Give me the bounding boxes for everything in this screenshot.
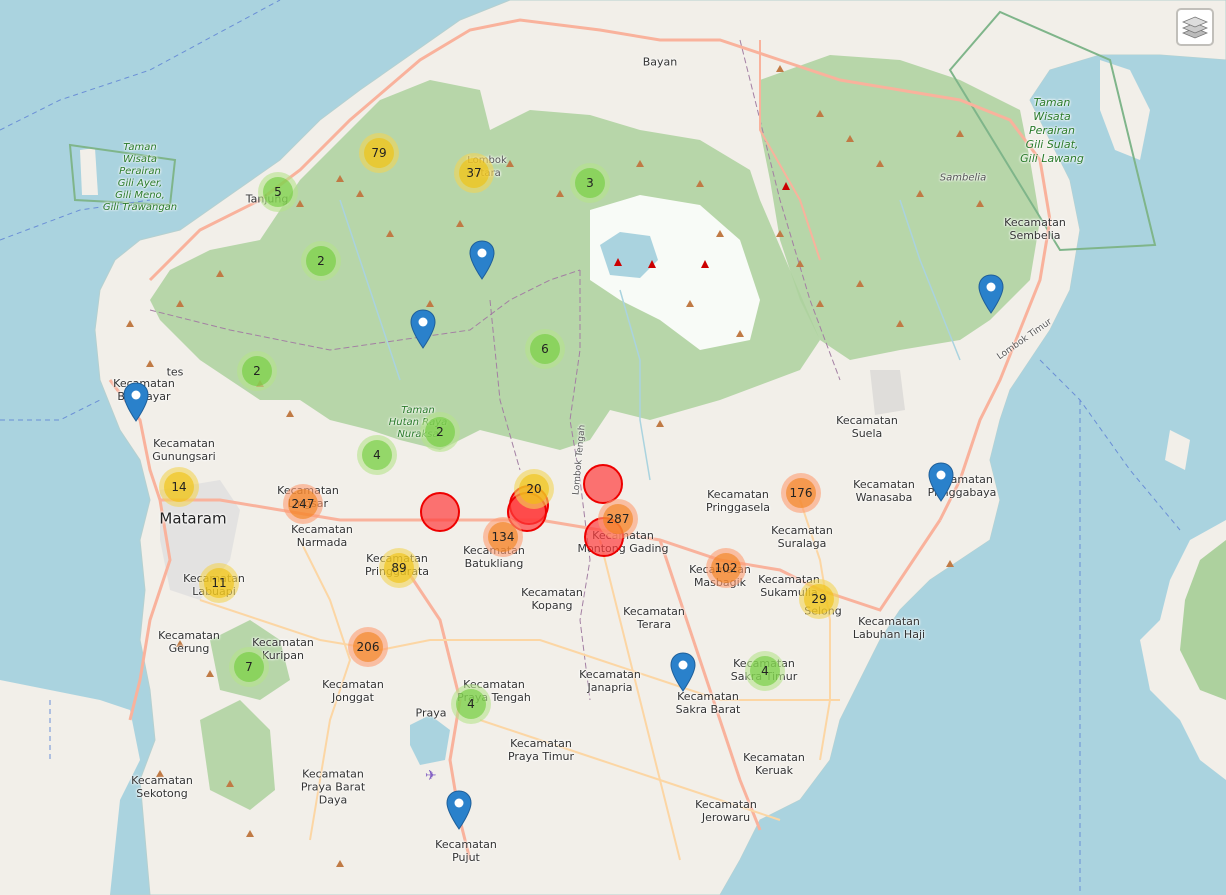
cluster-count: 89	[384, 553, 414, 583]
cluster-marker[interactable]: 2	[420, 412, 460, 452]
map-pin-icon[interactable]	[123, 382, 149, 422]
cluster-count: 2	[425, 417, 455, 447]
cluster-marker[interactable]: 287	[598, 499, 638, 539]
cluster-count: 176	[786, 478, 816, 508]
map-pin-icon[interactable]	[469, 240, 495, 280]
cluster-marker[interactable]: 206	[348, 627, 388, 667]
cluster-count: 2	[242, 356, 272, 386]
cluster-count: 6	[530, 334, 560, 364]
map-container[interactable]: ✈ Mataram Bayan Tanjung Praya Lombok Uta…	[0, 0, 1226, 895]
cluster-marker[interactable]: 7	[229, 647, 269, 687]
label-kec-pujut: Kecamatan Pujut	[435, 838, 497, 864]
cluster-marker[interactable]: 2	[301, 241, 341, 281]
label-kec-gunungsari: Kecamatan Gunungsari	[152, 437, 216, 463]
cluster-marker[interactable]: 5	[258, 172, 298, 212]
label-kec-wanasaba: Kecamatan Wanasaba	[853, 478, 915, 504]
label-kec-sembelia: Kecamatan Sembelia	[1004, 216, 1066, 242]
label-sambelia: Sambelia	[939, 172, 987, 184]
label-kec-praya-timur: Kecamatan Praya Timur	[507, 737, 575, 763]
label-park-sulat: Taman Wisata Perairan Gili Sulat, Gili L…	[1020, 96, 1084, 165]
cluster-marker[interactable]: 4	[451, 684, 491, 724]
cluster-marker[interactable]: 3	[570, 163, 610, 203]
label-kec-praya-barat-daya: Kecamatan Praya Barat Daya	[300, 767, 366, 807]
label-kec-pringgasela: Kecamatan Pringgasela	[706, 488, 770, 514]
cluster-count: 79	[364, 138, 394, 168]
map-pin-icon[interactable]	[670, 652, 696, 692]
map-pin-icon[interactable]	[410, 309, 436, 349]
label-kec-narmada: Kecamatan Narmada	[291, 523, 353, 549]
label-kec-terara: Kecamatan Terara	[623, 605, 685, 631]
cluster-count: 247	[288, 489, 318, 519]
sw-peninsula	[0, 680, 140, 895]
label-kec-suela: Kecamatan Suela	[836, 414, 898, 440]
label-kec-gerung: Kecamatan Gerung	[158, 629, 220, 655]
cluster-count: 4	[750, 656, 780, 686]
cluster-marker[interactable]: 247	[283, 484, 323, 524]
cluster-count: 7	[234, 652, 264, 682]
cluster-marker[interactable]: 11	[199, 563, 239, 603]
cluster-count: 206	[353, 632, 383, 662]
cluster-count: 14	[164, 472, 194, 502]
label-bayan: Bayan	[642, 55, 678, 69]
label-kec-jonggat: Kecamatan Jonggat	[322, 678, 384, 704]
cluster-count: 4	[456, 689, 486, 719]
cluster-count: 20	[519, 474, 549, 504]
cluster-marker[interactable]: 4	[745, 651, 785, 691]
layers-icon	[1182, 16, 1208, 39]
label-praya: Praya	[415, 706, 447, 720]
cluster-count: 4	[362, 440, 392, 470]
cluster-marker[interactable]: 6	[525, 329, 565, 369]
cluster-marker[interactable]: 20	[514, 469, 554, 509]
airport-icon: ✈	[425, 768, 437, 784]
cluster-marker[interactable]: 4	[357, 435, 397, 475]
red-circle-marker[interactable]	[583, 464, 623, 504]
cluster-count: 5	[263, 177, 293, 207]
cluster-marker[interactable]: 89	[379, 548, 419, 588]
cluster-count: 102	[711, 553, 741, 583]
cluster-count: 134	[488, 522, 518, 552]
cluster-marker[interactable]: 37	[454, 153, 494, 193]
label-kec-janapria: Kecamatan Janapria	[579, 668, 641, 694]
cluster-marker[interactable]: 102	[706, 548, 746, 588]
cluster-count: 287	[603, 504, 633, 534]
cluster-marker[interactable]: 134	[483, 517, 523, 557]
label-park-gili: Taman Wisata Perairan Gili Ayer, Gili Me…	[102, 142, 178, 213]
cluster-marker[interactable]: 79	[359, 133, 399, 173]
label-kec-sekotong: Kecamatan Sekotong	[131, 774, 193, 800]
label-kec-sakra-barat: Kecamatan Sakra Barat	[675, 690, 741, 716]
label-kec-kopang: Kecamatan Kopang	[521, 586, 583, 612]
map-pin-icon[interactable]	[978, 274, 1004, 314]
cluster-marker[interactable]: 14	[159, 467, 199, 507]
cluster-count: 29	[804, 584, 834, 614]
label-kec-keruak: Kecamatan Keruak	[743, 751, 805, 777]
layer-control-button[interactable]	[1176, 8, 1214, 46]
cluster-count: 2	[306, 246, 336, 276]
map-pin-icon[interactable]	[446, 790, 472, 830]
map-pin-icon[interactable]	[928, 462, 954, 502]
label-mataram: Mataram	[159, 509, 227, 528]
cluster-count: 11	[204, 568, 234, 598]
cluster-marker[interactable]: 176	[781, 473, 821, 513]
label-kec-suralaga: Kecamatan Suralaga	[771, 524, 833, 550]
label-kec-labuhan-haji: Kecamatan Labuhan Haji	[852, 615, 926, 641]
cluster-marker[interactable]: 29	[799, 579, 839, 619]
cluster-marker[interactable]: 2	[237, 351, 277, 391]
cluster-count: 37	[459, 158, 489, 188]
cluster-count: 3	[575, 168, 605, 198]
label-kec-jerowaru: Kecamatan Jerowaru	[695, 798, 757, 824]
red-circle-marker[interactable]	[420, 492, 460, 532]
